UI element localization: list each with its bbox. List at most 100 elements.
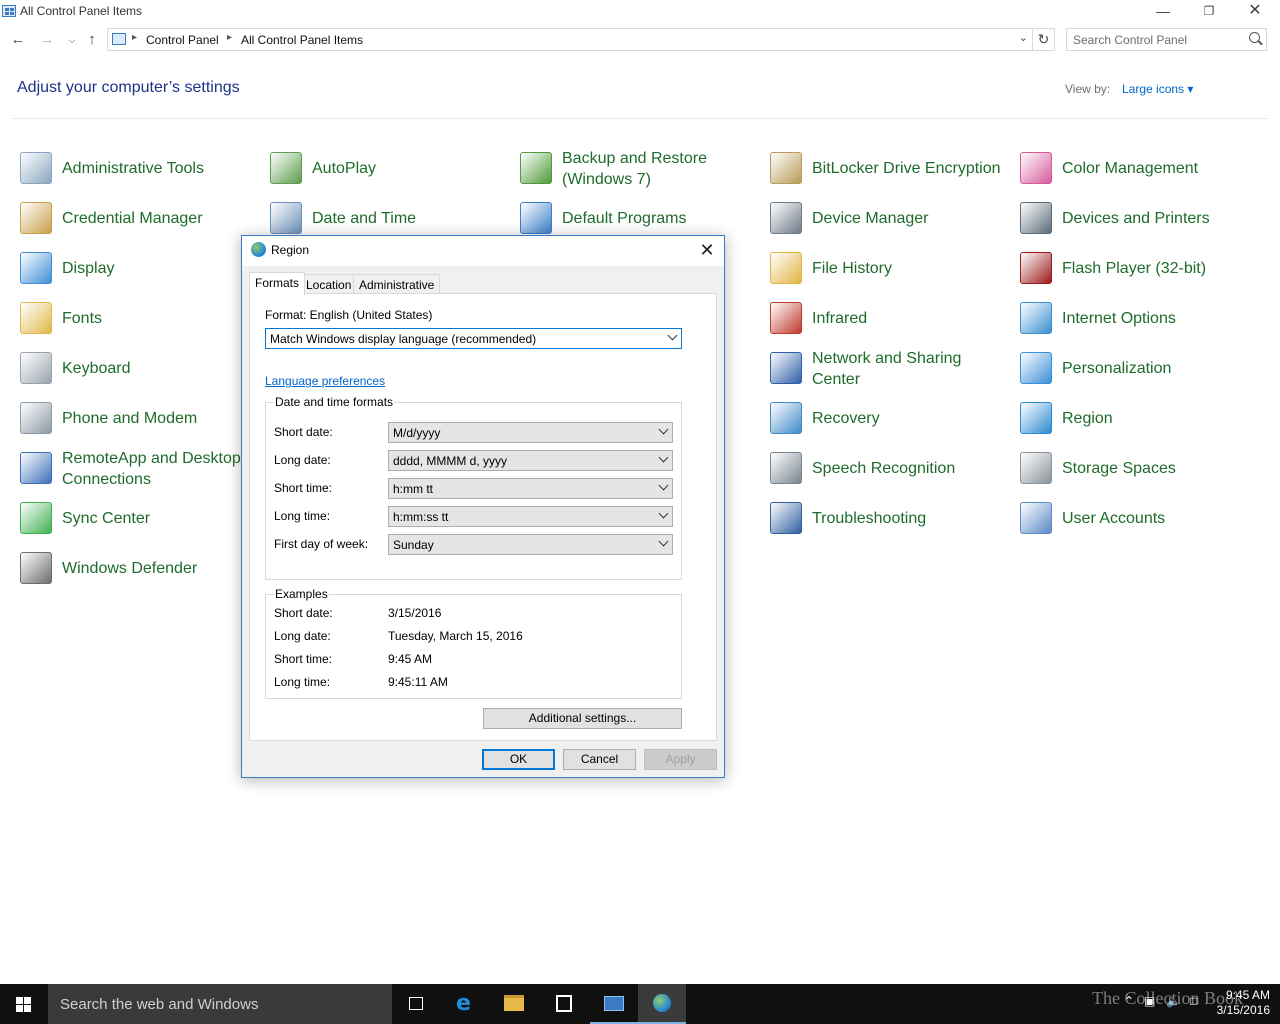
network-icon[interactable]: ▣ (1144, 994, 1155, 1008)
cp-item-keyboard[interactable]: Keyboard (20, 348, 260, 388)
address-dropdown-chevron-icon[interactable]: ⌄ (1019, 31, 1028, 44)
cp-item-administrative-tools[interactable]: Administrative Tools (20, 148, 260, 188)
cp-item-phone-and-modem[interactable]: Phone and Modem (20, 398, 260, 438)
breadcrumb-chevron-icon[interactable]: ▸ (227, 32, 232, 43)
cp-item-windows-defender[interactable]: Windows Defender (20, 548, 260, 588)
cp-item-speech-recognition[interactable]: Speech Recognition (770, 448, 1010, 488)
address-bar[interactable]: ▸ Control Panel ▸ All Control Panel Item… (107, 28, 1033, 51)
dialog-close-icon[interactable]: ✕ (696, 239, 718, 261)
examples-legend: Examples (274, 587, 329, 601)
cp-item-storage-spaces[interactable]: Storage Spaces (1020, 448, 1260, 488)
cp-item-backup-and-restore-windows-7[interactable]: Backup and Restore (Windows 7) (520, 148, 760, 188)
cp-item-bitlocker-drive-encryption[interactable]: BitLocker Drive Encryption (770, 148, 1010, 188)
short-date-select[interactable]: M/d/yyyy (388, 422, 673, 443)
cp-item-fonts[interactable]: Fonts (20, 298, 260, 338)
cp-item-remoteapp-and-desktop-connections[interactable]: RemoteApp and Desktop Connections (20, 448, 260, 488)
cp-item-personalization[interactable]: Personalization (1020, 348, 1260, 388)
chevron-down-icon (658, 536, 669, 547)
chevron-down-icon (658, 452, 669, 463)
remoteapp-and-desktop-connections-icon (20, 452, 52, 484)
cp-item-date-and-time[interactable]: Date and Time (270, 198, 510, 238)
taskbar-search[interactable]: Search the web and Windows (48, 984, 392, 1024)
cp-item-network-and-sharing-center[interactable]: Network and Sharing Center (770, 348, 1010, 388)
search-input[interactable] (1073, 32, 1243, 48)
short-time-select[interactable]: h:mm tt (388, 478, 673, 499)
minimize-button[interactable]: — (1140, 0, 1186, 24)
cp-item-devices-and-printers[interactable]: Devices and Printers (1020, 198, 1260, 238)
dialog-title: Region (271, 243, 310, 257)
language-preferences-link[interactable]: Language preferences (265, 374, 385, 388)
ok-button[interactable]: OK (482, 749, 555, 770)
cp-item-label: Display (62, 260, 115, 277)
up-arrow-icon[interactable]: ↑ (82, 30, 102, 50)
cp-item-user-accounts[interactable]: User Accounts (1020, 498, 1260, 538)
tab-formats[interactable]: Formats (249, 272, 306, 295)
taskbar: Search the web and Windows e The Collect… (0, 984, 1280, 1024)
long-date-select[interactable]: dddd, MMMM d, yyyy (388, 450, 673, 471)
breadcrumb-all-items[interactable]: All Control Panel Items (241, 33, 363, 47)
administrative-tools-icon (20, 152, 52, 184)
cp-item-label: Device Manager (812, 210, 929, 227)
back-arrow-icon[interactable]: ← (8, 30, 28, 50)
clock[interactable]: 9:45 AM 3/15/2016 (1217, 988, 1270, 1018)
volume-icon[interactable]: 🔈 (1166, 994, 1181, 1008)
cancel-button[interactable]: Cancel (563, 749, 636, 770)
cp-item-label: Keyboard (62, 360, 131, 377)
cp-item-display[interactable]: Display (20, 248, 260, 288)
example-short-date-label: Short date: (274, 606, 333, 620)
additional-settings-button[interactable]: Additional settings... (483, 708, 682, 729)
show-hidden-icons-icon[interactable]: ⌃ (1124, 994, 1134, 1008)
tab-administrative[interactable]: Administrative (353, 274, 441, 294)
speech-recognition-icon (770, 452, 802, 484)
view-by-dropdown[interactable]: Large icons ▾ (1122, 82, 1193, 96)
cp-item-troubleshooting[interactable]: Troubleshooting (770, 498, 1010, 538)
cp-item-infrared[interactable]: Infrared (770, 298, 1010, 338)
chevron-down-icon (667, 330, 678, 341)
search-box[interactable] (1066, 28, 1267, 51)
search-icon[interactable] (1249, 32, 1260, 43)
chevron-down-icon (658, 424, 669, 435)
first-day-of-week-select[interactable]: Sunday (388, 534, 673, 555)
cp-item-file-history[interactable]: File History (770, 248, 1010, 288)
task-view-icon[interactable] (392, 984, 440, 1024)
cp-item-credential-manager[interactable]: Credential Manager (20, 198, 260, 238)
breadcrumb-control-panel[interactable]: Control Panel (146, 33, 219, 47)
long-time-select[interactable]: h:mm:ss tt (388, 506, 673, 527)
control-panel-taskbar-icon[interactable] (590, 984, 638, 1024)
cp-item-device-manager[interactable]: Device Manager (770, 198, 1010, 238)
close-button[interactable]: ✕ (1232, 0, 1278, 24)
apply-button[interactable]: Apply (644, 749, 717, 770)
action-center-icon[interactable]: □ (1190, 994, 1197, 1008)
cp-item-label: Devices and Printers (1062, 210, 1210, 227)
region-taskbar-icon[interactable] (638, 984, 686, 1024)
file-explorer-icon[interactable] (490, 984, 538, 1024)
cp-item-label: Recovery (812, 410, 880, 427)
refresh-icon[interactable]: ↻ (1033, 28, 1055, 51)
short-date-label: Short date: (274, 425, 333, 439)
long-date-value: dddd, MMMM d, yyyy (393, 454, 508, 468)
region-icon (1020, 402, 1052, 434)
windows-defender-icon (20, 552, 52, 584)
troubleshooting-icon (770, 502, 802, 534)
cp-item-region[interactable]: Region (1020, 398, 1260, 438)
cp-item-recovery[interactable]: Recovery (770, 398, 1010, 438)
example-long-date-value: Tuesday, March 15, 2016 (388, 629, 523, 643)
cp-item-label: Backup and Restore (Windows 7) (562, 150, 707, 188)
store-icon[interactable] (540, 984, 588, 1024)
cp-item-autoplay[interactable]: AutoPlay (270, 148, 510, 188)
example-long-date-label: Long date: (274, 629, 331, 643)
cp-item-color-management[interactable]: Color Management (1020, 148, 1260, 188)
edge-browser-icon[interactable]: e (442, 984, 490, 1024)
cp-item-internet-options[interactable]: Internet Options (1020, 298, 1260, 338)
breadcrumb-chevron-icon[interactable]: ▸ (132, 32, 137, 43)
tab-location[interactable]: Location (300, 274, 358, 294)
cp-item-sync-center[interactable]: Sync Center (20, 498, 260, 538)
restore-button[interactable]: ❐ (1186, 0, 1232, 24)
start-button[interactable] (0, 984, 48, 1024)
recent-locations-chevron-icon[interactable]: ⌵ (62, 30, 82, 50)
chevron-down-icon (658, 480, 669, 491)
cp-item-default-programs[interactable]: Default Programs (520, 198, 760, 238)
cp-item-flash-player-32-bit[interactable]: Flash Player (32-bit) (1020, 248, 1260, 288)
forward-arrow-icon[interactable]: → (37, 30, 57, 50)
format-select[interactable]: Match Windows display language (recommen… (265, 328, 682, 349)
